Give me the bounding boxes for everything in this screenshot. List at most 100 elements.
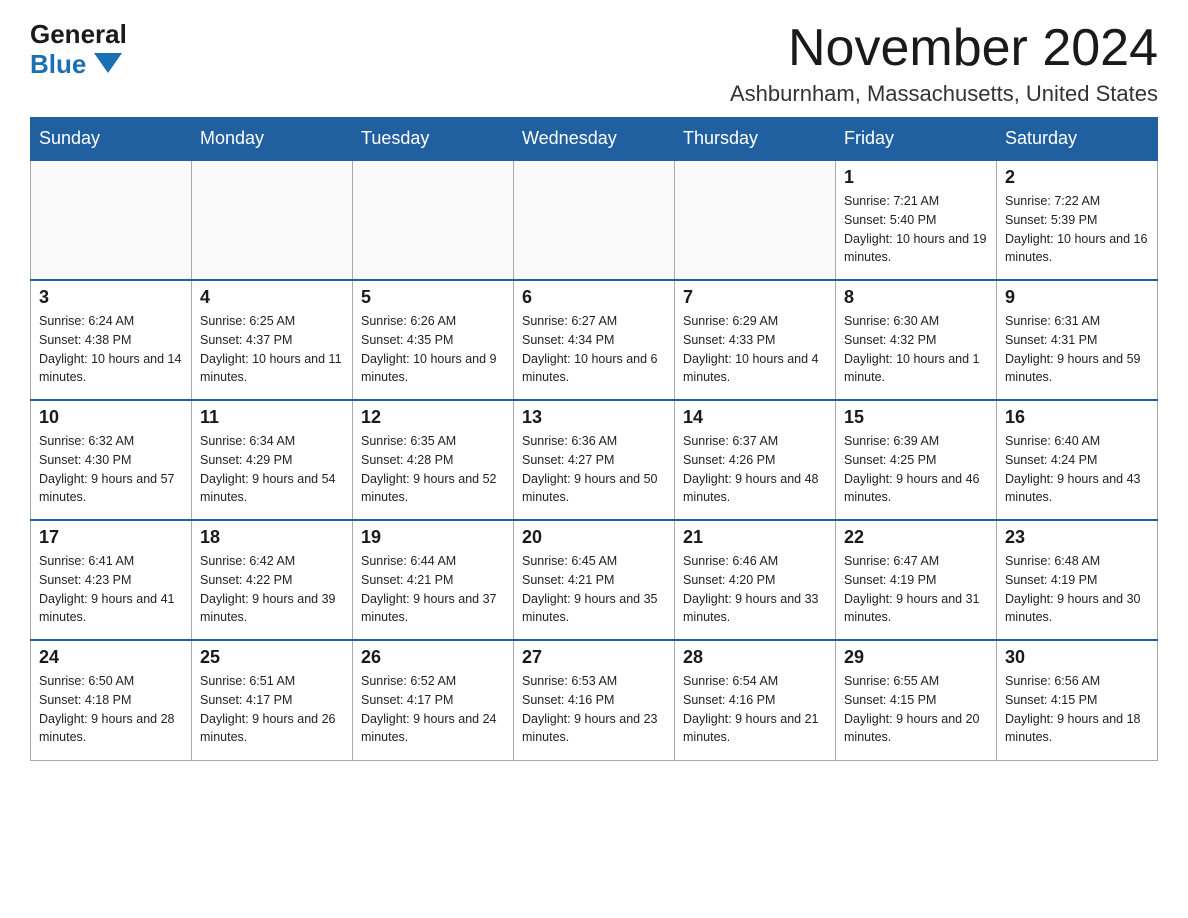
calendar-cell <box>31 160 192 280</box>
calendar-header-sunday: Sunday <box>31 118 192 161</box>
day-number: 20 <box>522 527 666 548</box>
day-number: 3 <box>39 287 183 308</box>
day-info: Sunrise: 6:52 AM Sunset: 4:17 PM Dayligh… <box>361 672 505 747</box>
calendar-cell: 1 Sunrise: 7:21 AM Sunset: 5:40 PM Daylig… <box>836 160 997 280</box>
calendar-cell <box>353 160 514 280</box>
calendar-cell: 13 Sunrise: 6:36 AM Sunset: 4:27 PM Dayli… <box>514 400 675 520</box>
calendar-cell: 30 Sunrise: 6:56 AM Sunset: 4:15 PM Dayli… <box>997 640 1158 760</box>
day-info: Sunrise: 6:37 AM Sunset: 4:26 PM Dayligh… <box>683 432 827 507</box>
day-info: Sunrise: 6:27 AM Sunset: 4:34 PM Dayligh… <box>522 312 666 387</box>
day-info: Sunrise: 7:22 AM Sunset: 5:39 PM Dayligh… <box>1005 192 1149 267</box>
day-info: Sunrise: 6:24 AM Sunset: 4:38 PM Dayligh… <box>39 312 183 387</box>
calendar-week-row: 1 Sunrise: 7:21 AM Sunset: 5:40 PM Daylig… <box>31 160 1158 280</box>
calendar-week-row: 17 Sunrise: 6:41 AM Sunset: 4:23 PM Dayli… <box>31 520 1158 640</box>
calendar-week-row: 3 Sunrise: 6:24 AM Sunset: 4:38 PM Daylig… <box>31 280 1158 400</box>
title-block: November 2024 Ashburnham, Massachusetts,… <box>730 20 1158 107</box>
day-info: Sunrise: 6:50 AM Sunset: 4:18 PM Dayligh… <box>39 672 183 747</box>
calendar-cell: 21 Sunrise: 6:46 AM Sunset: 4:20 PM Dayli… <box>675 520 836 640</box>
calendar-cell: 16 Sunrise: 6:40 AM Sunset: 4:24 PM Dayli… <box>997 400 1158 520</box>
day-number: 4 <box>200 287 344 308</box>
day-info: Sunrise: 6:41 AM Sunset: 4:23 PM Dayligh… <box>39 552 183 627</box>
calendar-cell: 17 Sunrise: 6:41 AM Sunset: 4:23 PM Dayli… <box>31 520 192 640</box>
day-info: Sunrise: 6:29 AM Sunset: 4:33 PM Dayligh… <box>683 312 827 387</box>
day-info: Sunrise: 6:40 AM Sunset: 4:24 PM Dayligh… <box>1005 432 1149 507</box>
calendar-cell: 18 Sunrise: 6:42 AM Sunset: 4:22 PM Dayli… <box>192 520 353 640</box>
day-number: 2 <box>1005 167 1149 188</box>
day-number: 15 <box>844 407 988 428</box>
calendar-cell: 26 Sunrise: 6:52 AM Sunset: 4:17 PM Dayli… <box>353 640 514 760</box>
day-info: Sunrise: 6:31 AM Sunset: 4:31 PM Dayligh… <box>1005 312 1149 387</box>
calendar-header-saturday: Saturday <box>997 118 1158 161</box>
day-number: 30 <box>1005 647 1149 668</box>
day-info: Sunrise: 6:44 AM Sunset: 4:21 PM Dayligh… <box>361 552 505 627</box>
day-info: Sunrise: 6:34 AM Sunset: 4:29 PM Dayligh… <box>200 432 344 507</box>
day-number: 22 <box>844 527 988 548</box>
calendar-cell: 8 Sunrise: 6:30 AM Sunset: 4:32 PM Daylig… <box>836 280 997 400</box>
calendar-cell: 9 Sunrise: 6:31 AM Sunset: 4:31 PM Daylig… <box>997 280 1158 400</box>
calendar-cell: 25Sunrise: 6:51 AM Sunset: 4:17 PM Dayli… <box>192 640 353 760</box>
day-number: 28 <box>683 647 827 668</box>
day-number: 8 <box>844 287 988 308</box>
calendar-cell <box>514 160 675 280</box>
calendar-cell: 15 Sunrise: 6:39 AM Sunset: 4:25 PM Dayli… <box>836 400 997 520</box>
day-info: Sunrise: 6:46 AM Sunset: 4:20 PM Dayligh… <box>683 552 827 627</box>
day-number: 11 <box>200 407 344 428</box>
page-header: General Blue November 2024 Ashburnham, M… <box>30 20 1158 107</box>
day-number: 7 <box>683 287 827 308</box>
day-number: 26 <box>361 647 505 668</box>
day-number: 29 <box>844 647 988 668</box>
calendar-header-row: SundayMondayTuesdayWednesdayThursdayFrid… <box>31 118 1158 161</box>
day-number: 9 <box>1005 287 1149 308</box>
calendar-cell: 5Sunrise: 6:26 AM Sunset: 4:35 PM Daylig… <box>353 280 514 400</box>
day-info: Sunrise: 6:32 AM Sunset: 4:30 PM Dayligh… <box>39 432 183 507</box>
day-info: Sunrise: 7:21 AM Sunset: 5:40 PM Dayligh… <box>844 192 988 267</box>
logo-general-text: General <box>30 20 127 49</box>
month-title: November 2024 <box>730 20 1158 77</box>
day-number: 18 <box>200 527 344 548</box>
day-info: Sunrise: 6:39 AM Sunset: 4:25 PM Dayligh… <box>844 432 988 507</box>
calendar-cell: 29 Sunrise: 6:55 AM Sunset: 4:15 PM Dayli… <box>836 640 997 760</box>
location-title: Ashburnham, Massachusetts, United States <box>730 81 1158 107</box>
calendar-cell: 27Sunrise: 6:53 AM Sunset: 4:16 PM Dayli… <box>514 640 675 760</box>
day-number: 27 <box>522 647 666 668</box>
day-number: 12 <box>361 407 505 428</box>
day-info: Sunrise: 6:47 AM Sunset: 4:19 PM Dayligh… <box>844 552 988 627</box>
calendar-cell: 19 Sunrise: 6:44 AM Sunset: 4:21 PM Dayli… <box>353 520 514 640</box>
calendar-table: SundayMondayTuesdayWednesdayThursdayFrid… <box>30 117 1158 761</box>
day-number: 21 <box>683 527 827 548</box>
day-info: Sunrise: 6:25 AM Sunset: 4:37 PM Dayligh… <box>200 312 344 387</box>
day-number: 17 <box>39 527 183 548</box>
day-number: 10 <box>39 407 183 428</box>
calendar-cell: 3 Sunrise: 6:24 AM Sunset: 4:38 PM Daylig… <box>31 280 192 400</box>
day-info: Sunrise: 6:55 AM Sunset: 4:15 PM Dayligh… <box>844 672 988 747</box>
day-number: 25 <box>200 647 344 668</box>
day-info: Sunrise: 6:35 AM Sunset: 4:28 PM Dayligh… <box>361 432 505 507</box>
day-info: Sunrise: 6:30 AM Sunset: 4:32 PM Dayligh… <box>844 312 988 387</box>
logo: General Blue <box>30 20 127 80</box>
calendar-cell: 2 Sunrise: 7:22 AM Sunset: 5:39 PM Daylig… <box>997 160 1158 280</box>
day-info: Sunrise: 6:56 AM Sunset: 4:15 PM Dayligh… <box>1005 672 1149 747</box>
calendar-cell: 24Sunrise: 6:50 AM Sunset: 4:18 PM Dayli… <box>31 640 192 760</box>
day-number: 5 <box>361 287 505 308</box>
calendar-cell <box>675 160 836 280</box>
day-number: 1 <box>844 167 988 188</box>
day-info: Sunrise: 6:45 AM Sunset: 4:21 PM Dayligh… <box>522 552 666 627</box>
day-info: Sunrise: 6:36 AM Sunset: 4:27 PM Dayligh… <box>522 432 666 507</box>
calendar-header-wednesday: Wednesday <box>514 118 675 161</box>
calendar-cell: 14 Sunrise: 6:37 AM Sunset: 4:26 PM Dayli… <box>675 400 836 520</box>
calendar-header-tuesday: Tuesday <box>353 118 514 161</box>
calendar-week-row: 24Sunrise: 6:50 AM Sunset: 4:18 PM Dayli… <box>31 640 1158 760</box>
calendar-cell: 7 Sunrise: 6:29 AM Sunset: 4:33 PM Daylig… <box>675 280 836 400</box>
logo-blue-text: Blue <box>30 49 122 80</box>
day-number: 23 <box>1005 527 1149 548</box>
calendar-header-thursday: Thursday <box>675 118 836 161</box>
day-info: Sunrise: 6:48 AM Sunset: 4:19 PM Dayligh… <box>1005 552 1149 627</box>
day-number: 19 <box>361 527 505 548</box>
day-info: Sunrise: 6:42 AM Sunset: 4:22 PM Dayligh… <box>200 552 344 627</box>
logo-triangle-icon <box>94 53 122 73</box>
day-number: 6 <box>522 287 666 308</box>
calendar-cell: 12 Sunrise: 6:35 AM Sunset: 4:28 PM Dayli… <box>353 400 514 520</box>
day-number: 14 <box>683 407 827 428</box>
day-number: 16 <box>1005 407 1149 428</box>
day-number: 13 <box>522 407 666 428</box>
